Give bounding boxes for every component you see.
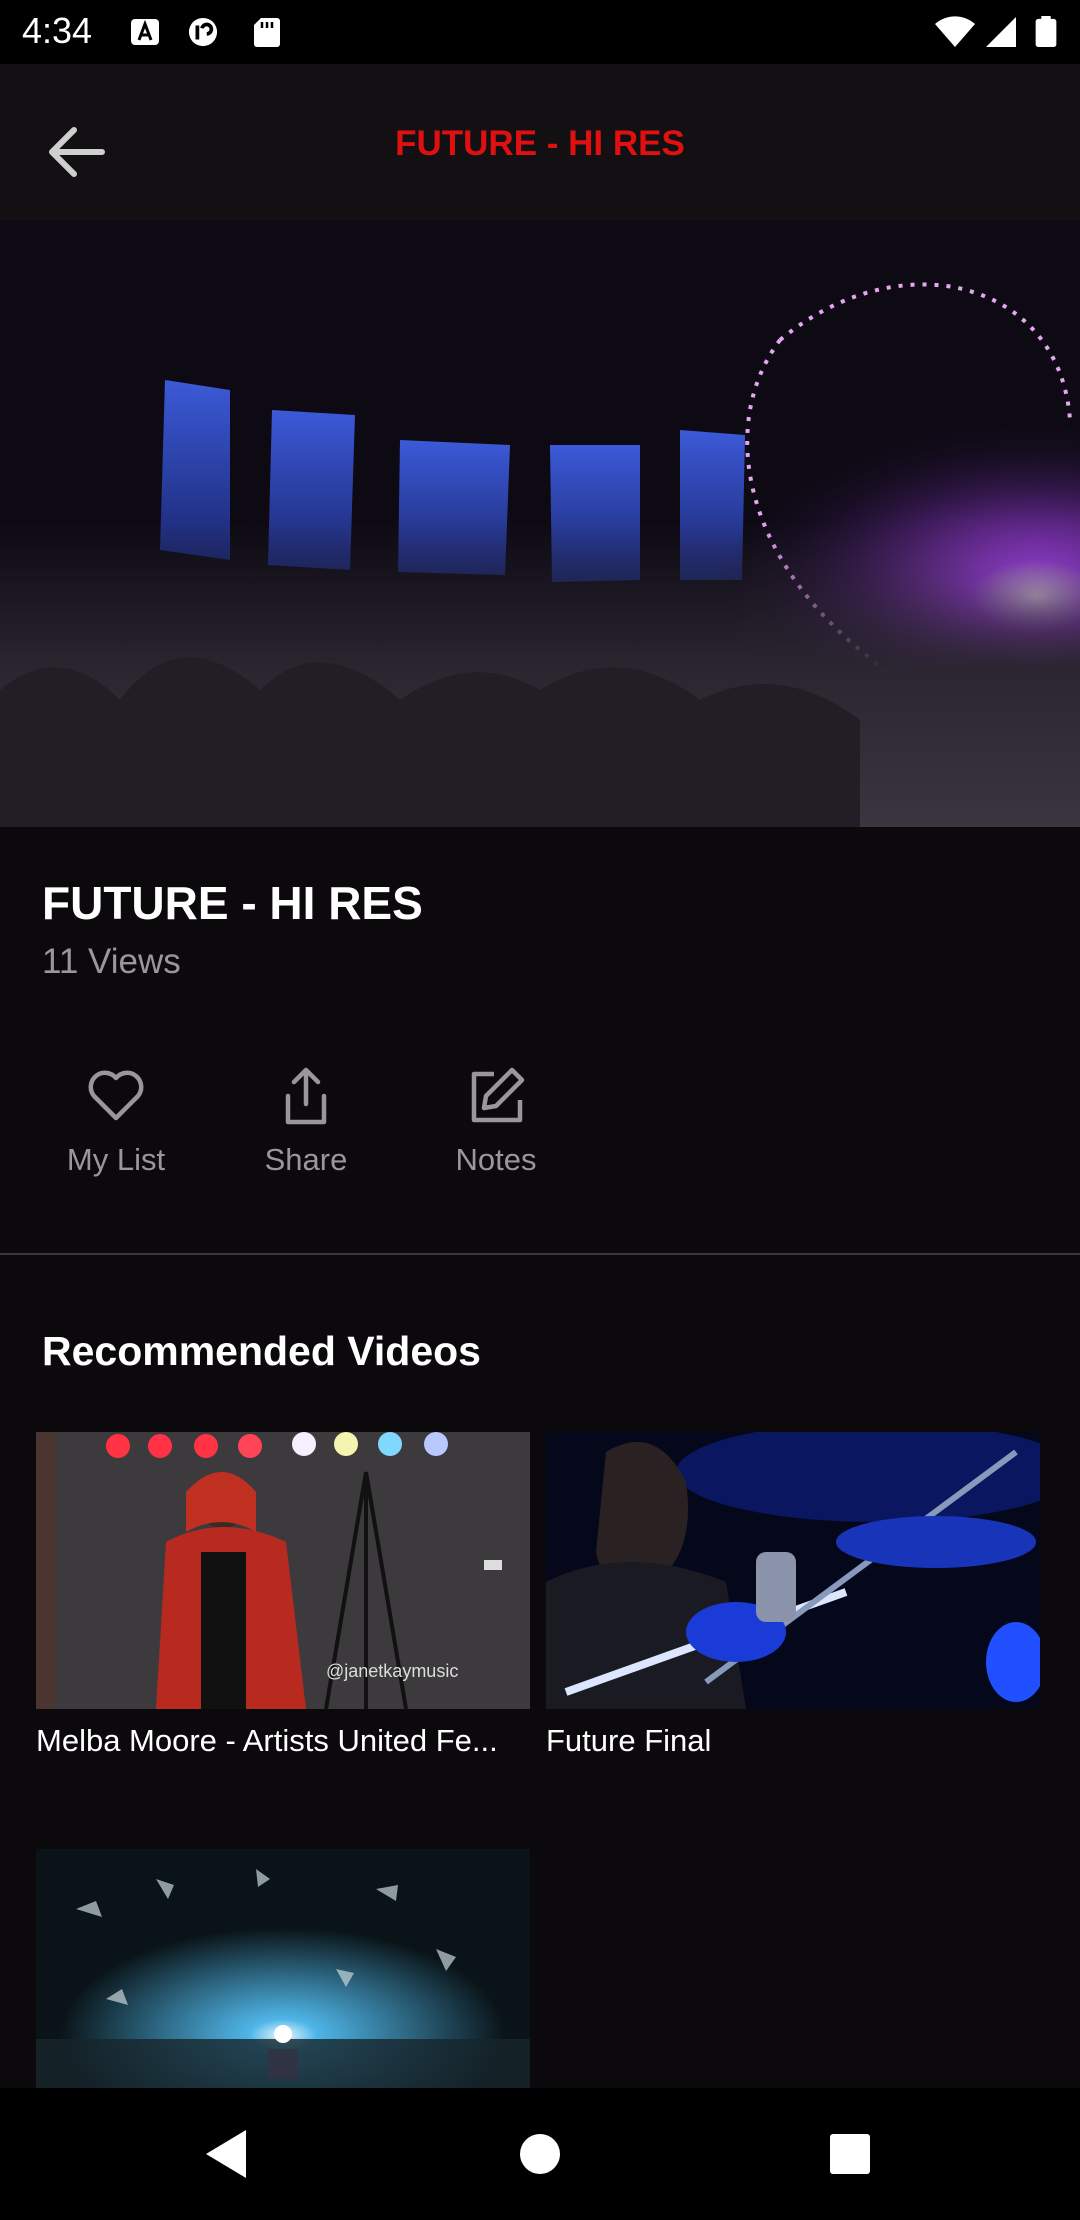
video-thumbnail (546, 1432, 1040, 1709)
notes-label: Notes (455, 1142, 537, 1177)
video-title: FUTURE - HI RES (42, 877, 423, 929)
app-notification-icon (188, 17, 218, 47)
recommended-video-card[interactable] (36, 1849, 530, 2088)
status-bar: 4:34 (0, 0, 1080, 64)
square-recents-icon (830, 2134, 870, 2174)
nav-home-button[interactable] (500, 2114, 580, 2194)
share-label: Share (264, 1142, 348, 1177)
share-icon (285, 1067, 327, 1125)
my-list-label: My List (66, 1142, 166, 1177)
nav-back-button[interactable] (186, 2114, 266, 2194)
video-thumbnail (36, 1849, 530, 2088)
status-time: 4:34 (22, 10, 93, 51)
app-bar-title: FUTURE - HI RES (395, 124, 685, 163)
triangle-back-icon (206, 2130, 246, 2178)
sd-card-icon (254, 18, 280, 47)
divider (0, 1253, 1080, 1255)
recommended-title: Recommended Videos (42, 1328, 481, 1374)
heart-icon (88, 1070, 144, 1121)
wifi-icon (935, 16, 975, 47)
thumbnail-watermark: @janetkaymusic (326, 1661, 458, 1681)
video-thumbnail: @janetkaymusic (36, 1432, 530, 1709)
keyboard-notification-icon (131, 19, 159, 45)
system-navigation-bar (0, 2088, 1080, 2220)
recommended-video-title: Future Final (546, 1723, 712, 1758)
view-count: 11 Views (42, 942, 181, 981)
video-player[interactable] (0, 220, 1080, 827)
recommended-video-card[interactable]: @janetkaymusic Melba Moore - Artists Uni… (36, 1432, 530, 1759)
edit-icon (471, 1067, 525, 1123)
my-list-button[interactable]: My List (36, 1064, 196, 1178)
share-button[interactable]: Share (226, 1064, 386, 1178)
nav-recents-button[interactable] (810, 2114, 890, 2194)
app-bar: FUTURE - HI RES (0, 64, 1080, 220)
cellular-signal-icon (986, 17, 1016, 47)
recommended-video-title: Melba Moore - Artists United Fe... (36, 1723, 498, 1758)
video-thumbnail (0, 220, 1080, 827)
notes-button[interactable]: Notes (416, 1064, 576, 1178)
circle-home-icon (520, 2134, 560, 2174)
recommended-video-card[interactable]: Future Final (546, 1432, 1040, 1759)
battery-icon (1035, 16, 1057, 48)
